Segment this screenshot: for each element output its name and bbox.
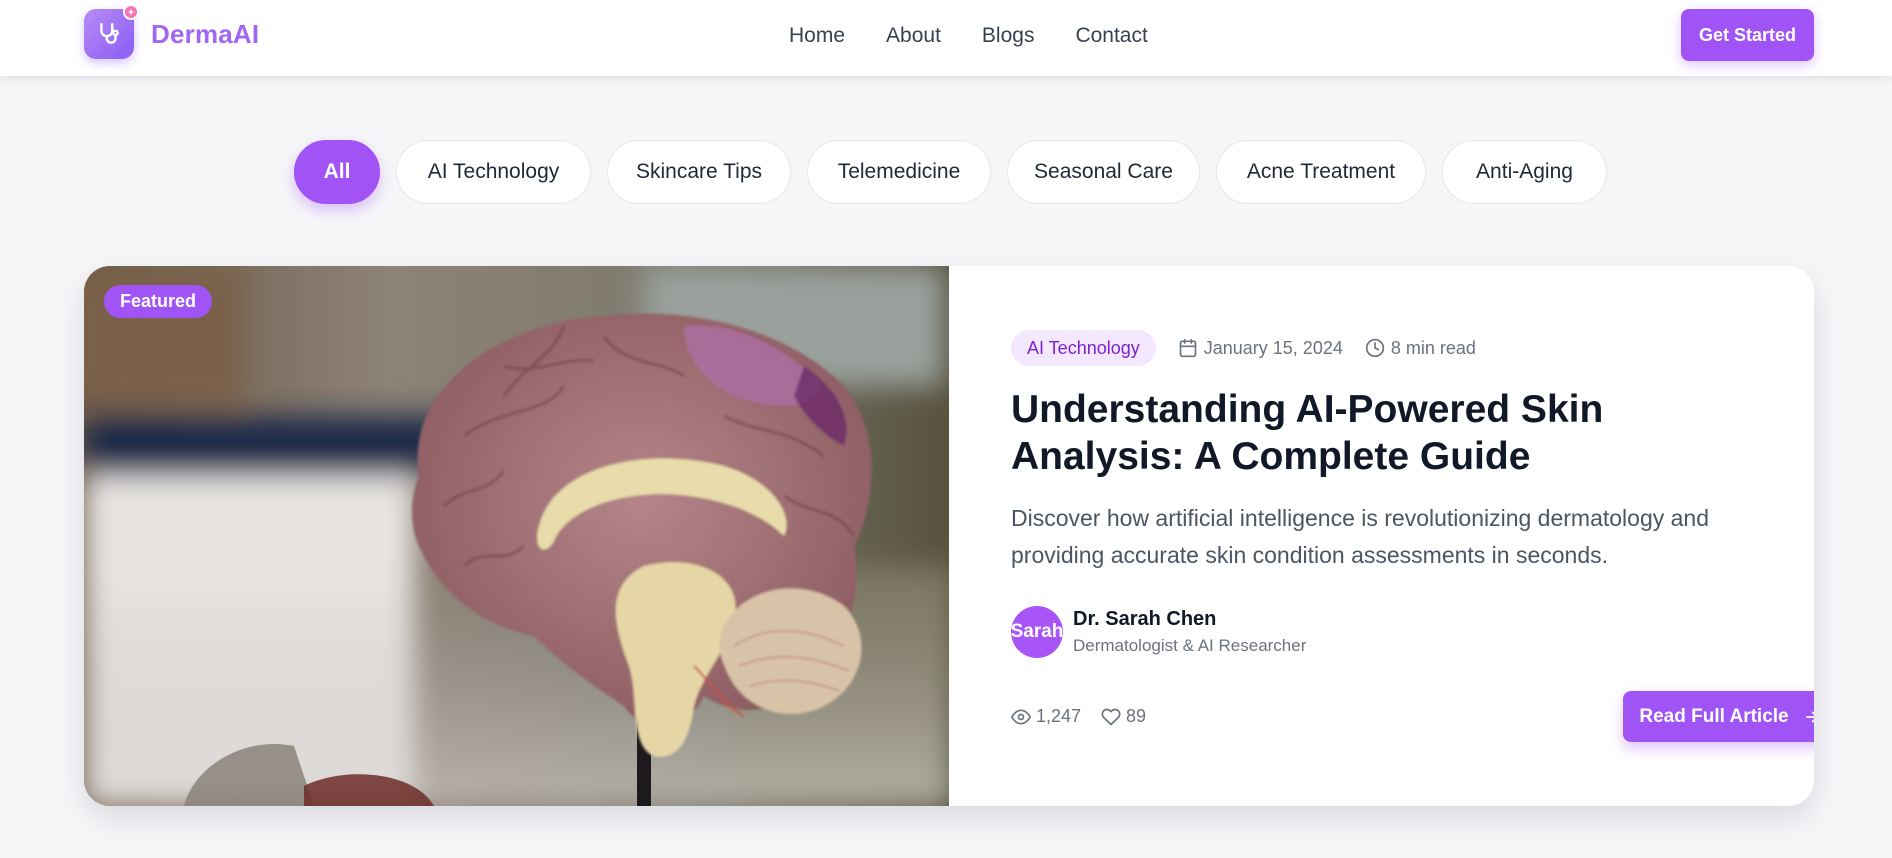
featured-image[interactable]: Featured bbox=[84, 266, 949, 806]
article-stats: 1,247 89 bbox=[1011, 706, 1166, 727]
eye-icon bbox=[1011, 709, 1031, 724]
likes-count: 89 bbox=[1126, 706, 1147, 726]
avatar: Sarah bbox=[1011, 606, 1063, 658]
main-nav: Home About Blogs Contact bbox=[789, 22, 1189, 50]
featured-badge: Featured bbox=[104, 285, 213, 318]
nav-item-contact[interactable]: Contact bbox=[1075, 22, 1147, 50]
publish-date-text: January 15, 2024 bbox=[1203, 337, 1343, 358]
brand-logo[interactable]: DermaAI bbox=[84, 4, 260, 59]
read-full-article-button[interactable]: Read Full Article bbox=[1623, 691, 1814, 742]
author-block: Sarah Dr. Sarah Chen Dermatologist & AI … bbox=[1011, 606, 1306, 658]
filter-acne-treatment[interactable]: Acne Treatment bbox=[1216, 140, 1426, 204]
nav-item-about[interactable]: About bbox=[886, 22, 941, 50]
filter-skincare-tips[interactable]: Skincare Tips bbox=[607, 140, 791, 204]
publish-date: January 15, 2024 bbox=[1178, 338, 1343, 359]
article-title[interactable]: Understanding AI-Powered Skin Analysis: … bbox=[1011, 386, 1711, 480]
calendar-icon bbox=[1179, 338, 1197, 358]
featured-article-card: Featured AI Technology January 15, 2024 … bbox=[84, 266, 1814, 806]
views-count: 1,247 bbox=[1036, 706, 1082, 726]
filter-anti-aging[interactable]: Anti-Aging bbox=[1442, 140, 1607, 204]
article-meta: AI Technology January 15, 2024 8 min rea… bbox=[1011, 330, 1476, 366]
site-header: DermaAI Home About Blogs Contact Get Sta… bbox=[0, 0, 1892, 76]
read-time: 8 min read bbox=[1365, 338, 1476, 359]
clock-icon bbox=[1365, 338, 1385, 358]
category-filters: All AI Technology Skincare Tips Telemedi… bbox=[294, 140, 1623, 204]
read-full-article-label: Read Full Article bbox=[1639, 705, 1789, 727]
filter-telemedicine[interactable]: Telemedicine bbox=[807, 140, 991, 204]
category-tag[interactable]: AI Technology bbox=[1011, 330, 1156, 366]
author-name: Dr. Sarah Chen bbox=[1073, 608, 1217, 630]
filter-all[interactable]: All bbox=[294, 140, 380, 204]
sparkle-icon bbox=[123, 4, 139, 20]
read-time-text: 8 min read bbox=[1390, 337, 1476, 358]
heart-icon bbox=[1101, 708, 1121, 725]
brain-model-image bbox=[84, 266, 949, 806]
author-info: Dr. Sarah Chen Dermatologist & AI Resear… bbox=[1073, 606, 1306, 658]
likes-stat[interactable]: 89 bbox=[1101, 706, 1146, 727]
filter-ai-technology[interactable]: AI Technology bbox=[396, 140, 591, 204]
brand-name: DermaAI bbox=[151, 18, 260, 49]
views-stat: 1,247 bbox=[1011, 706, 1081, 727]
author-role: Dermatologist & AI Researcher bbox=[1073, 636, 1307, 655]
featured-article-body: AI Technology January 15, 2024 8 min rea… bbox=[1011, 266, 1814, 806]
stethoscope-icon bbox=[100, 23, 119, 44]
nav-item-blogs[interactable]: Blogs bbox=[982, 22, 1035, 50]
get-started-button[interactable]: Get Started bbox=[1681, 9, 1814, 61]
nav-item-home[interactable]: Home bbox=[789, 22, 845, 50]
filter-seasonal-care[interactable]: Seasonal Care bbox=[1007, 140, 1200, 204]
article-excerpt: Discover how artificial intelligence is … bbox=[1011, 505, 1710, 568]
arrow-right-icon bbox=[1805, 711, 1814, 722]
logo-badge bbox=[84, 4, 139, 59]
